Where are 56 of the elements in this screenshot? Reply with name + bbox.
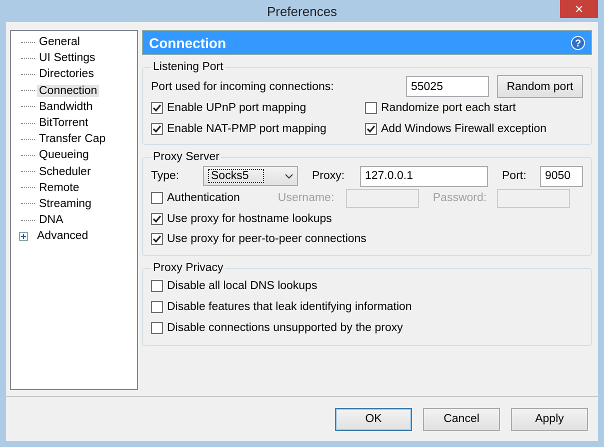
checkbox-label: Use proxy for peer-to-peer connections: [167, 232, 366, 244]
help-icon[interactable]: ?: [571, 36, 585, 50]
checkbox[interactable]: [151, 192, 163, 204]
sidebar-item[interactable]: Queueing: [37, 149, 91, 162]
checkbox[interactable]: [151, 122, 163, 134]
sidebar-item[interactable]: Scheduler: [37, 166, 93, 178]
port-field[interactable]: 9050: [540, 166, 583, 186]
sidebar-item[interactable]: General: [37, 36, 82, 48]
sidebar-item[interactable]: Advanced: [35, 230, 90, 242]
sidebar-item[interactable]: Remote: [37, 182, 82, 194]
checkbox-label: Disable features that leak identifying information: [167, 300, 412, 312]
sidebar-item[interactable]: Streaming: [37, 198, 94, 210]
caret-icon: [285, 174, 293, 178]
sidebar-item[interactable]: DNA: [37, 214, 66, 226]
sidebar-item[interactable]: Directories: [37, 68, 96, 80]
dialog-button[interactable]: Apply: [511, 408, 588, 430]
sidebar-item[interactable]: Bandwidth: [37, 100, 95, 113]
group-title: Listening Port: [152, 61, 224, 73]
sidebar-item[interactable]: BitTorrent: [37, 117, 90, 130]
checkbox[interactable]: [151, 300, 163, 312]
dialog-button[interactable]: Cancel: [423, 408, 500, 430]
port-label: Port used for incoming connections:: [151, 80, 334, 92]
checkbox[interactable]: [151, 322, 163, 334]
checkbox-label: Use proxy for hostname lookups: [167, 212, 332, 224]
expand-icon[interactable]: [19, 232, 28, 241]
checkbox-label: Enable UPnP port mapping: [167, 102, 306, 114]
checkbox[interactable]: [151, 102, 163, 114]
checkbox[interactable]: [365, 122, 377, 134]
checkbox-label: Disable all local DNS lookups: [167, 280, 318, 292]
group-title: Proxy Server: [152, 151, 220, 163]
type-label: Type:: [151, 170, 180, 182]
checkbox-label: Authentication: [167, 192, 240, 204]
checkbox[interactable]: [151, 212, 163, 224]
checkbox-label: Enable NAT-PMP port mapping: [167, 122, 326, 134]
proxy-field[interactable]: 127.0.0.1: [360, 166, 488, 186]
close-button[interactable]: ✕: [560, 0, 598, 18]
checkbox-label: Disable connections unsupported by the proxy: [167, 322, 403, 334]
password-label: Password:: [432, 192, 488, 204]
section-title: Connection: [149, 34, 226, 50]
dialog-button[interactable]: OK: [335, 408, 412, 430]
checkbox[interactable]: [151, 232, 163, 244]
username-label: Username:: [278, 192, 336, 204]
window-title: Preferences: [266, 4, 338, 18]
checkbox-label: Randomize port each start: [381, 102, 516, 114]
checkbox[interactable]: [365, 102, 377, 114]
sidebar-item[interactable]: Connection: [37, 84, 100, 97]
type-dropdown[interactable]: Socks5: [203, 166, 298, 186]
proxy-label: Proxy:: [312, 170, 346, 182]
checkbox-label: Add Windows Firewall exception: [381, 122, 547, 134]
sidebar-item[interactable]: UI Settings: [37, 52, 98, 64]
random-port-button[interactable]: Random port: [497, 75, 583, 98]
port-label: Port:: [502, 170, 528, 182]
sidebar-item[interactable]: Transfer Cap: [37, 133, 108, 146]
checkbox[interactable]: [151, 280, 163, 292]
group-title: Proxy Privacy: [152, 262, 224, 274]
port-field[interactable]: 55025: [406, 76, 489, 97]
